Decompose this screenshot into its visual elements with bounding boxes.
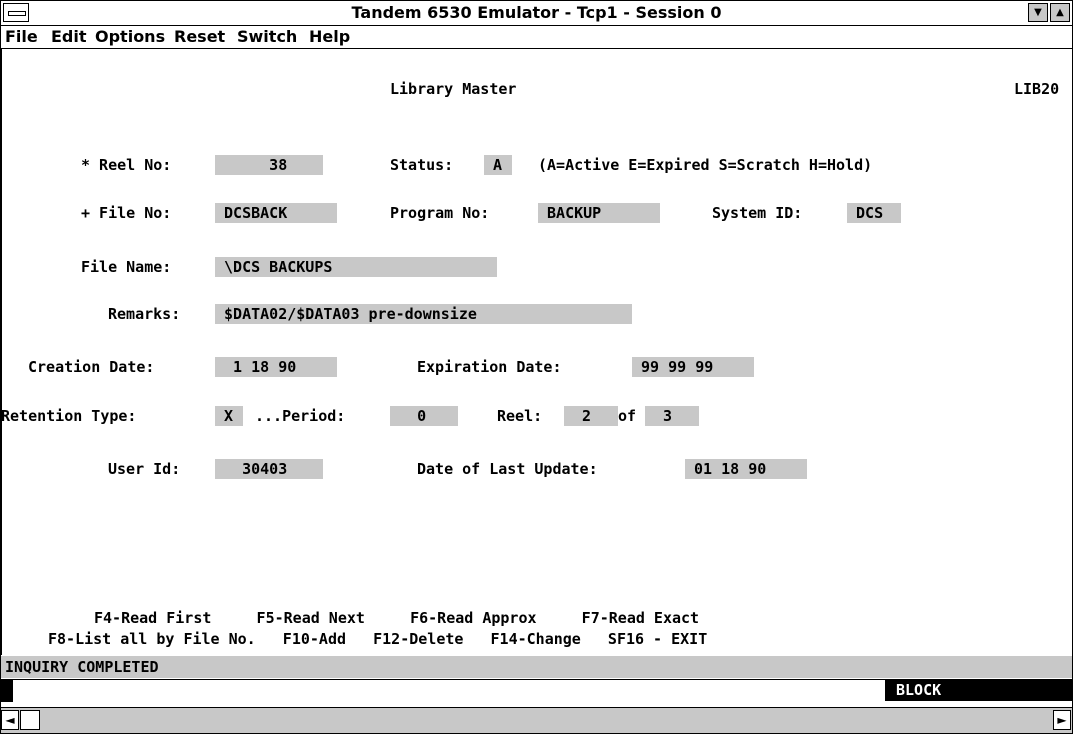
last-update-label: Date of Last Update: [417,460,598,478]
scroll-right-icon[interactable]: ► [1053,710,1071,730]
of-label: of [618,407,637,425]
scroll-left-icon[interactable]: ◄ [1,710,19,730]
emulator-window: Tandem 6530 Emulator - Tcp1 - Session 0 … [0,0,1073,734]
menu-edit[interactable]: Edit [51,27,87,46]
creation-date-label: Creation Date: [28,358,155,376]
reel-no-field[interactable]: 38 [215,155,323,175]
menu-bar: File Edit Options Reset Switch Help [1,26,1072,49]
last-update-field[interactable]: 01 18 90 [685,459,807,479]
system-id-field[interactable]: DCS [847,203,901,223]
menu-options[interactable]: Options [95,27,165,46]
block-mode-indicator: BLOCK [885,679,1072,701]
user-id-field[interactable]: 30403 [215,459,323,479]
period-label: ...Period: [255,407,346,425]
screen-heading: Library Master [390,80,517,98]
menu-help[interactable]: Help [309,27,350,46]
menu-switch[interactable]: Switch [237,27,297,46]
program-no-label: Program No: [390,204,490,222]
status-message: INQUIRY COMPLETED [5,658,159,676]
scroll-thumb[interactable] [20,710,40,730]
status-legend: (A=Active E=Expired S=Scratch H=Hold) [538,156,873,174]
retention-type-label: Retention Type: [1,407,137,425]
status-field[interactable]: A [484,155,512,175]
file-no-field[interactable]: DCSBACK [215,203,337,223]
remarks-label: Remarks: [108,305,181,323]
user-id-label: User Id: [108,460,181,478]
reel-no-label: * Reel No: [81,156,172,174]
menu-file[interactable]: File [5,27,38,46]
screen-id: LIB20 [1014,80,1060,98]
maximize-button[interactable]: ▲ [1050,3,1070,22]
reel-field[interactable]: 2 [564,406,618,426]
status-line: INQUIRY COMPLETED [1,656,1072,678]
window-title: Tandem 6530 Emulator - Tcp1 - Session 0 [351,3,722,22]
reel-of-field[interactable]: 3 [645,406,699,426]
function-keys-line2: F8-List all by File No. F10-Add F12-Dele… [48,630,708,648]
file-name-field[interactable]: \DCS BACKUPS [215,257,497,277]
horizontal-scrollbar[interactable]: ◄ ► [1,707,1072,733]
remarks-field[interactable]: $DATA02/$DATA03 pre-downsize [215,304,632,324]
creation-date-field[interactable]: 1 18 90 [215,357,337,377]
terminal-screen[interactable]: Library Master LIB20 * Reel No: 38 Statu… [1,49,1072,655]
menu-reset[interactable]: Reset [174,27,225,46]
expiration-date-field[interactable]: 99 99 99 [632,357,754,377]
title-bar[interactable]: Tandem 6530 Emulator - Tcp1 - Session 0 … [1,1,1072,26]
period-field[interactable]: 0 [390,406,458,426]
retention-type-field[interactable]: X [215,406,243,426]
file-name-label: File Name: [81,258,172,276]
expiration-date-label: Expiration Date: [417,358,562,376]
minimize-button[interactable]: ▼ [1028,3,1048,22]
reel-label: Reel: [497,407,543,425]
program-no-field[interactable]: BACKUP [538,203,660,223]
status-label: Status: [390,156,454,174]
function-keys-line1: F4-Read First F5-Read Next F6-Read Appro… [94,609,700,627]
block-mode-label: BLOCK [896,681,942,699]
system-id-label: System ID: [712,204,803,222]
file-no-label: + File No: [81,204,172,222]
